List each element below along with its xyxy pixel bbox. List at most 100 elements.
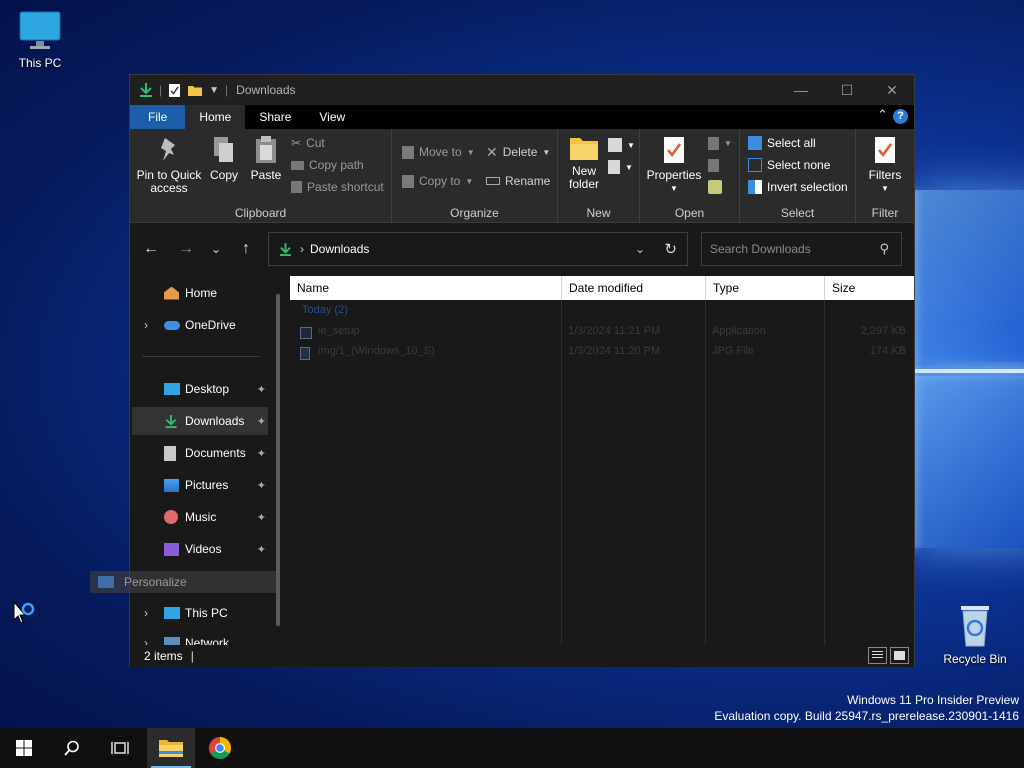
properties-quick-icon[interactable] (168, 83, 181, 98)
group-header-today[interactable]: Today (2) (302, 304, 348, 316)
paste-shortcut-button[interactable]: Paste shortcut (291, 177, 384, 197)
pin-icon (161, 138, 175, 161)
pin-to-quick-access-button[interactable]: Pin to Quick access (136, 135, 202, 195)
back-button[interactable]: ← (139, 237, 163, 261)
properties-button[interactable]: Properties ▼ (646, 135, 702, 195)
copy-to-button[interactable]: Copy to ▼ (402, 171, 473, 191)
nav-item-videos[interactable]: Videos ✦ (132, 535, 268, 563)
start-button[interactable] (0, 728, 48, 768)
refresh-icon[interactable]: ↻ (664, 240, 677, 258)
address-bar[interactable]: › Downloads ⌄ ↻ (268, 232, 688, 266)
help-icon[interactable]: ? (893, 109, 908, 124)
chevron-right-icon[interactable]: › (144, 606, 148, 620)
tab-view[interactable]: View (305, 105, 359, 129)
chevron-right-icon[interactable]: › (144, 318, 148, 332)
invert-selection-button[interactable]: Invert selection (748, 177, 848, 197)
pin-icon: ✦ (256, 511, 266, 524)
filters-button[interactable]: Filters ▼ (862, 135, 908, 195)
busy-cursor-icon (13, 600, 35, 624)
select-all-icon (748, 136, 762, 150)
ribbon-tabs: File Home Share View ⌃ ? (130, 105, 914, 129)
delete-button[interactable]: ✕ Delete ▼ (486, 142, 550, 162)
paste-button[interactable]: Paste (248, 135, 284, 182)
easy-access-button[interactable]: ▼ (608, 157, 633, 177)
select-all-button[interactable]: Select all (748, 133, 816, 153)
file-size: 174 KB (869, 345, 906, 357)
nav-divider (142, 356, 260, 357)
large-icons-view-button[interactable] (890, 647, 909, 664)
up-button[interactable]: ↑ (234, 237, 258, 261)
nav-item-desktop[interactable]: Desktop ✦ (132, 375, 268, 403)
file-row[interactable]: ie_setup 1/3/2024 11:21 PM Application 2… (290, 322, 914, 342)
close-button[interactable]: ✕ (869, 75, 915, 105)
column-header-date-modified[interactable]: Date modified (562, 276, 706, 300)
collapse-ribbon-icon[interactable]: ⌃ (877, 107, 888, 123)
windows-logo-icon (16, 740, 32, 756)
nav-item-this-pc[interactable]: › This PC (132, 599, 268, 627)
new-folder-button[interactable]: New folder (564, 135, 604, 191)
column-header-type[interactable]: Type (706, 276, 825, 300)
nav-item-pictures[interactable]: Pictures ✦ (132, 471, 268, 499)
open-button[interactable]: ▼ (708, 133, 732, 153)
group-select: Select all Select none Invert selection … (740, 129, 856, 223)
copy-path-button[interactable]: Copy path (291, 155, 364, 175)
edit-button[interactable] (708, 155, 719, 175)
move-to-button[interactable]: Move to ▼ (402, 142, 475, 162)
breadcrumb-separator-icon: › (300, 242, 304, 256)
nav-item-music[interactable]: Music ✦ (132, 503, 268, 531)
customize-quick-access-icon[interactable]: ▼ (209, 85, 219, 96)
pictures-icon (164, 478, 179, 492)
tab-file[interactable]: File (130, 105, 186, 129)
taskbar-file-explorer[interactable] (147, 728, 195, 768)
file-row[interactable]: img/1_(Windows_10_S) 1/3/2024 11:20 PM J… (290, 342, 914, 362)
search-box[interactable]: ⚲ (701, 232, 902, 266)
breadcrumb-downloads[interactable]: Downloads (310, 242, 369, 256)
copy-button[interactable]: Copy (206, 135, 242, 182)
forward-button[interactable]: → (174, 237, 198, 261)
invert-selection-icon (748, 180, 762, 194)
new-folder-quick-icon[interactable] (187, 84, 203, 97)
taskbar-chrome[interactable] (196, 728, 244, 768)
address-dropdown-icon[interactable]: ⌄ (635, 242, 645, 256)
maximize-button[interactable]: ☐ (824, 75, 870, 105)
title-bar[interactable]: | ▼ | Downloads — ☐ ✕ (130, 75, 914, 105)
tab-share[interactable]: Share (245, 105, 305, 129)
file-type: JPG File (712, 345, 755, 357)
videos-icon (164, 542, 179, 556)
paste-icon (256, 136, 276, 163)
nav-item-network[interactable]: › Network (132, 629, 268, 645)
cut-button[interactable]: ✂ Cut (291, 133, 325, 153)
file-date: 1/3/2024 11:21 PM (568, 325, 661, 337)
new-item-button[interactable]: ▼ (608, 135, 635, 155)
search-icon[interactable]: ⚲ (879, 241, 889, 257)
nav-item-downloads[interactable]: Downloads ✦ (132, 407, 268, 435)
item-count: 2 items (144, 649, 183, 663)
minimize-button[interactable]: — (778, 75, 824, 105)
search-button[interactable] (48, 728, 96, 768)
column-header-size[interactable]: Size (825, 276, 914, 300)
nav-item-home[interactable]: Home (132, 279, 268, 307)
nav-item-onedrive[interactable]: › OneDrive (132, 311, 268, 339)
select-none-button[interactable]: Select none (748, 155, 830, 175)
history-button[interactable] (708, 177, 722, 197)
file-type: Application (712, 325, 766, 337)
filters-icon (875, 137, 895, 163)
nav-scrollbar[interactable] (276, 294, 280, 626)
desktop-icon-recycle-bin[interactable]: Recycle Bin (935, 602, 1015, 666)
task-view-button[interactable] (96, 728, 144, 768)
copy-icon (214, 137, 233, 162)
chevron-right-icon[interactable]: › (144, 636, 148, 645)
column-header-name[interactable]: Name (290, 276, 562, 300)
chevron-down-icon: ▼ (625, 162, 633, 172)
recent-locations-button[interactable]: ⌄ (204, 237, 228, 261)
rename-button[interactable]: Rename (486, 171, 550, 191)
download-arrow-icon (279, 242, 292, 256)
copy-to-icon (402, 174, 414, 188)
nav-item-documents[interactable]: Documents ✦ (132, 439, 268, 467)
tab-home[interactable]: Home (185, 105, 246, 129)
monitor-icon (164, 607, 180, 619)
desktop-icon-this-pc[interactable]: This PC (0, 10, 80, 70)
details-view-button[interactable] (868, 647, 887, 664)
pin-icon: ✦ (256, 479, 266, 492)
search-input[interactable] (710, 242, 870, 256)
